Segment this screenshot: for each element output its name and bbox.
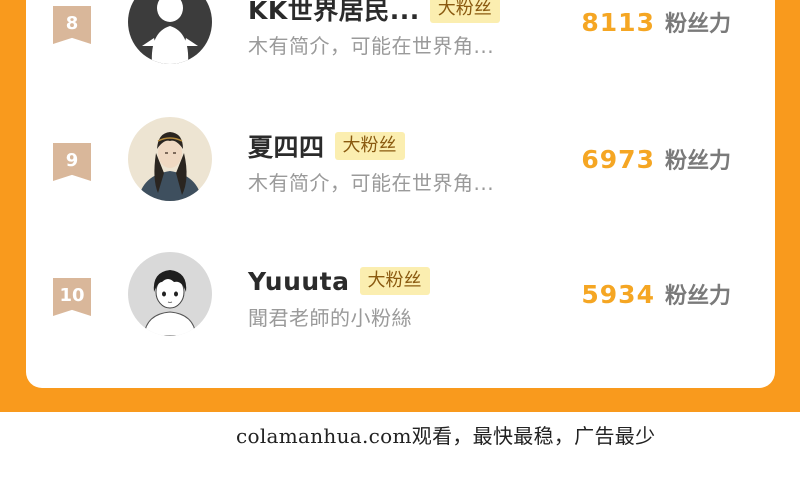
leaderboard-row-9[interactable]: 9 夏四四 大粉丝 木有简介，可能在世界角... 6973 粉丝力 bbox=[26, 115, 775, 215]
default-ghost-avatar-icon[interactable] bbox=[128, 0, 212, 64]
score-number: 5934 bbox=[581, 279, 655, 309]
score-number: 8113 bbox=[581, 7, 655, 37]
user-name[interactable]: KK世界居民... bbox=[248, 0, 420, 27]
score-unit: 粉丝力 bbox=[664, 284, 731, 309]
illustrated-character-avatar-icon[interactable] bbox=[128, 117, 212, 201]
fan-power-score: 8113 粉丝力 bbox=[581, 6, 731, 38]
leaderboard-row-10[interactable]: 10 Yuuuta 大粉丝 聞君老師的小粉絲 5934 粉丝力 bbox=[26, 250, 775, 350]
rank-number: 8 bbox=[65, 13, 79, 34]
rank-badge: 10 bbox=[53, 278, 91, 316]
rank-number: 9 bbox=[65, 150, 79, 171]
user-bio: 木有简介，可能在世界角... bbox=[248, 34, 495, 58]
fan-power-score: 6973 粉丝力 bbox=[581, 143, 731, 175]
rank-badge: 8 bbox=[53, 6, 91, 44]
score-unit: 粉丝力 bbox=[664, 149, 731, 174]
name-line: Yuuuta 大粉丝 bbox=[248, 264, 430, 298]
rank-badge: 9 bbox=[53, 143, 91, 181]
fan-power-score: 5934 粉丝力 bbox=[581, 278, 731, 310]
user-bio: 木有简介，可能在世界角... bbox=[248, 171, 495, 195]
user-name[interactable]: Yuuuta bbox=[248, 267, 350, 296]
anime-boy-avatar-icon[interactable] bbox=[128, 252, 212, 336]
score-unit: 粉丝力 bbox=[664, 12, 731, 37]
fan-level-badge: 大粉丝 bbox=[359, 267, 430, 295]
user-name[interactable]: 夏四四 bbox=[248, 128, 325, 164]
rank-number: 10 bbox=[59, 285, 85, 306]
fan-level-badge: 大粉丝 bbox=[334, 132, 405, 160]
site-watermark: colamanhua.com观看，最快最稳，广告最少 bbox=[236, 424, 656, 448]
fan-leaderboard-card: 8 KK世界居民... 大粉丝 木有简介，可能在世界角... 8113 粉丝力 … bbox=[26, 0, 775, 388]
name-line: 夏四四 大粉丝 bbox=[248, 129, 405, 163]
leaderboard-row-8[interactable]: 8 KK世界居民... 大粉丝 木有简介，可能在世界角... 8113 粉丝力 bbox=[26, 0, 775, 78]
user-bio: 聞君老師的小粉絲 bbox=[248, 306, 412, 330]
name-line: KK世界居民... 大粉丝 bbox=[248, 0, 500, 26]
score-number: 6973 bbox=[581, 144, 655, 174]
fan-level-badge: 大粉丝 bbox=[429, 0, 500, 23]
